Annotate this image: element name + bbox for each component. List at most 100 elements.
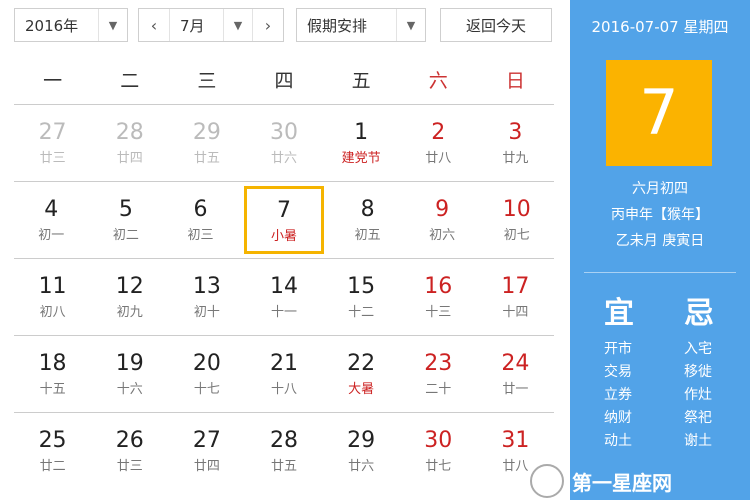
yi-item: 动土	[604, 433, 632, 449]
lunar-label: 廿一	[502, 382, 529, 397]
day-number: 22	[347, 351, 376, 376]
day-cell[interactable]: 10 初七	[479, 182, 554, 258]
day-cell[interactable]: 30 廿六	[245, 105, 322, 181]
day-number: 13	[192, 274, 221, 299]
day-cell[interactable]: 28 廿五	[245, 413, 322, 489]
lunar-label: 十一	[270, 305, 297, 320]
lunar-label: 十三	[425, 305, 452, 320]
yi-item: 纳财	[604, 410, 632, 426]
day-cell[interactable]: 30 廿七	[400, 413, 477, 489]
day-cell[interactable]: 8 初五	[330, 182, 405, 258]
day-cell[interactable]: 25 廿二	[14, 413, 91, 489]
calendar-grid: 一 二 三 四 五 六 日 27 廿三 28 廿四 29 廿五 30 廿六 1 建党节 2…	[14, 58, 554, 489]
ji-item: 作灶	[684, 387, 712, 403]
day-number: 30	[424, 428, 453, 453]
day-cell[interactable]: 14 十一	[245, 259, 322, 335]
prev-month-icon[interactable]: ‹	[139, 9, 170, 41]
day-cell[interactable]: 18 十五	[14, 336, 91, 412]
day-cell[interactable]: 2 廿八	[400, 105, 477, 181]
day-cell[interactable]: 20 十七	[168, 336, 245, 412]
lunar-month-day: 乙未月 庚寅日	[615, 233, 705, 249]
day-cell[interactable]: 9 初六	[405, 182, 480, 258]
day-cell[interactable]: 19 十六	[91, 336, 168, 412]
year-select[interactable]: 2016年 ▼	[14, 8, 128, 42]
day-cell[interactable]: 6 初三	[163, 182, 238, 258]
day-number: 30	[269, 120, 298, 145]
day-number: 18	[38, 351, 67, 376]
day-cell[interactable]: 3 廿九	[477, 105, 554, 181]
week-row: 11 初八 12 初九 13 初十 14 十一 15 十二 16 十三 17 十四	[14, 259, 554, 336]
day-cell[interactable]: 13 初十	[168, 259, 245, 335]
day-number: 5	[118, 197, 133, 222]
holiday-value: 假期安排	[307, 16, 368, 35]
day-number: 27	[192, 428, 221, 453]
lunar-label: 廿八	[425, 151, 452, 166]
day-cell[interactable]: 11 初八	[14, 259, 91, 335]
day-cell[interactable]: 24 廿一	[477, 336, 554, 412]
day-cell[interactable]: 29 廿六	[323, 413, 400, 489]
day-cell[interactable]: 12 初九	[91, 259, 168, 335]
lunar-label: 初八	[39, 305, 66, 320]
ji-item: 入宅	[684, 341, 712, 357]
site-watermark: 第一星座网	[530, 462, 750, 500]
day-cell[interactable]: 29 廿五	[168, 105, 245, 181]
weekday-sun: 日	[505, 70, 525, 92]
weekday-header: 一 二 三 四 五 六 日	[14, 58, 554, 105]
week-row: 4 初一 5 初二 6 初三 7 小暑 8 初五 9 初六 10 初七	[14, 182, 554, 259]
day-number: 6	[193, 197, 208, 222]
day-cell[interactable]: 27 廿三	[14, 105, 91, 181]
day-number: 8	[360, 197, 375, 222]
ji-item: 谢土	[684, 433, 712, 449]
date-detail-panel: 2016-07-07 星期四 7 六月初四 丙申年【猴年】 乙未月 庚寅日 宜 …	[570, 0, 750, 500]
day-number: 10	[502, 197, 531, 222]
today-cell[interactable]: 7 小暑	[243, 186, 325, 254]
weekday-thu: 四	[274, 70, 294, 92]
month-select[interactable]: ‹ 7月 ▼ ›	[138, 8, 284, 42]
day-number: 9	[435, 197, 450, 222]
lunar-label: 建党节	[341, 151, 381, 166]
day-cell[interactable]: 1 建党节	[323, 105, 400, 181]
day-cell[interactable]: 23 二十	[400, 336, 477, 412]
lunar-label: 十七	[193, 382, 220, 397]
day-cell[interactable]: 17 十四	[477, 259, 554, 335]
day-number: 28	[269, 428, 298, 453]
lunar-label: 廿五	[270, 459, 297, 474]
day-cell[interactable]: 26 廿三	[91, 413, 168, 489]
ji-item: 移徙	[684, 364, 712, 380]
lunar-label: 廿四	[116, 151, 143, 166]
weekday-tue: 二	[120, 70, 140, 92]
day-cell[interactable]: 28 廿四	[91, 105, 168, 181]
day-cell[interactable]: 16 十三	[400, 259, 477, 335]
lunar-label: 廿三	[116, 459, 143, 474]
back-today-button[interactable]: 返回今天	[440, 8, 552, 42]
day-cell[interactable]: 5 初二	[89, 182, 164, 258]
chevron-down-icon: ▼	[396, 9, 425, 41]
day-cell[interactable]: 21 十八	[245, 336, 322, 412]
lunar-label: 二十	[425, 382, 452, 397]
day-cell[interactable]: 15 十二	[323, 259, 400, 335]
lunar-label: 十五	[39, 382, 66, 397]
day-cell[interactable]: 27 廿四	[168, 413, 245, 489]
week-row: 18 十五 19 十六 20 十七 21 十八 22 大暑 23 二十 24 廿一	[14, 336, 554, 413]
weekday-mon: 一	[43, 70, 63, 92]
holiday-select[interactable]: 假期安排 ▼	[296, 8, 426, 42]
week-row: 27 廿三 28 廿四 29 廿五 30 廿六 1 建党节 2 廿八 3 廿九	[14, 105, 554, 182]
day-number: 11	[38, 274, 67, 299]
chevron-down-icon: ▼	[98, 9, 127, 41]
lunar-label: 初十	[193, 305, 220, 320]
day-cell[interactable]: 4 初一	[14, 182, 89, 258]
lunar-label: 十八	[270, 382, 297, 397]
day-number: 2	[431, 120, 446, 145]
lunar-label: 廿三	[39, 151, 66, 166]
day-number: 16	[424, 274, 453, 299]
chevron-down-icon: ▼	[223, 9, 252, 41]
lunar-label: 廿五	[193, 151, 220, 166]
day-number: 14	[269, 274, 298, 299]
big-day-number: 7	[606, 60, 712, 166]
day-number: 1	[354, 120, 369, 145]
next-month-icon[interactable]: ›	[252, 9, 283, 41]
yi-heading: 宜	[604, 296, 634, 331]
day-cell[interactable]: 22 大暑	[323, 336, 400, 412]
day-number: 25	[38, 428, 67, 453]
lunar-label: 十六	[116, 382, 143, 397]
